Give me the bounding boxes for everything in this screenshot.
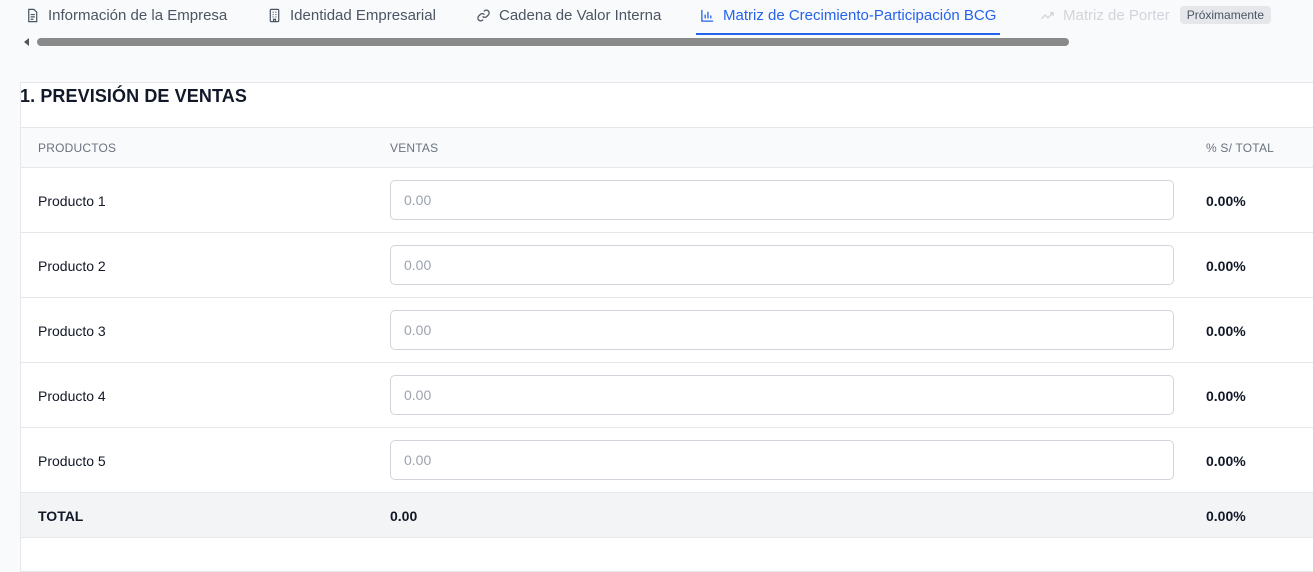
product-name: Producto 2	[38, 258, 106, 274]
total-label: TOTAL	[38, 508, 84, 524]
product-pct: 0.00%	[1206, 323, 1246, 339]
section-title: 1. PREVISIÓN DE VENTAS	[20, 86, 247, 106]
total-pct: 0.00%	[1206, 508, 1246, 524]
product-name: Producto 1	[38, 193, 106, 209]
tab-informacion-empresa[interactable]: Información de la Empresa	[25, 0, 227, 36]
tab-matriz-bcg[interactable]: Matriz de Crecimiento-Participación BCG	[695, 0, 1001, 36]
tab-label: Cadena de Valor Interna	[499, 6, 662, 24]
sales-input-product-4[interactable]	[390, 375, 1174, 415]
tab-bar: Información de la Empresa Identidad Empr…	[0, 0, 1313, 36]
table-total-row: TOTAL 0.00 0.00%	[21, 493, 1313, 538]
table-row: Producto 5 0.00%	[21, 428, 1313, 493]
sales-input-product-3[interactable]	[390, 310, 1174, 350]
bar-chart-icon	[701, 9, 714, 22]
table-row: Producto 4 0.00%	[21, 363, 1313, 428]
table-row: Producto 1 0.00%	[21, 168, 1313, 233]
sales-input-product-2[interactable]	[390, 245, 1174, 285]
product-pct: 0.00%	[1206, 388, 1246, 404]
document-icon	[28, 8, 38, 22]
scroll-left-arrow-icon[interactable]	[24, 38, 29, 46]
tab-label: Información de la Empresa	[48, 6, 228, 24]
sales-forecast-table: PRODUCTOS VENTAS % S/ TOTAL Producto 1 0…	[21, 127, 1313, 538]
trending-up-icon	[1040, 11, 1054, 19]
horizontal-scrollbar[interactable]	[24, 38, 1074, 47]
table-row: Producto 3 0.00%	[21, 298, 1313, 363]
product-name: Producto 4	[38, 388, 106, 404]
product-name: Producto 3	[38, 323, 106, 339]
total-sales-value: 0.00	[390, 508, 418, 524]
header-pct-total: % S/ TOTAL	[1206, 141, 1275, 155]
scroll-thumb[interactable]	[37, 38, 1069, 46]
product-pct: 0.00%	[1206, 193, 1246, 209]
product-pct: 0.00%	[1206, 258, 1246, 274]
table-row: Producto 2 0.00%	[21, 233, 1313, 298]
sales-input-product-5[interactable]	[390, 440, 1174, 480]
tab-matriz-porter: Matriz de Porter Próximamente	[1040, 0, 1272, 36]
tab-label: Identidad Empresarial	[290, 6, 436, 24]
table-header: PRODUCTOS VENTAS % S/ TOTAL	[21, 127, 1313, 168]
product-name: Producto 5	[38, 453, 106, 469]
tab-identidad-empresarial[interactable]: Identidad Empresarial	[267, 0, 436, 36]
tab-label: Matriz de Crecimiento-Participación BCG	[723, 6, 997, 24]
tab-cadena-valor[interactable]: Cadena de Valor Interna	[476, 0, 661, 36]
tab-label: Matriz de Porter	[1063, 6, 1170, 24]
header-sales: VENTAS	[390, 141, 439, 155]
product-pct: 0.00%	[1206, 453, 1246, 469]
building-icon	[269, 8, 280, 22]
header-products: PRODUCTOS	[38, 141, 117, 155]
sales-input-product-1[interactable]	[390, 180, 1174, 220]
link-icon	[477, 9, 490, 21]
coming-soon-badge: Próximamente	[1179, 6, 1272, 24]
